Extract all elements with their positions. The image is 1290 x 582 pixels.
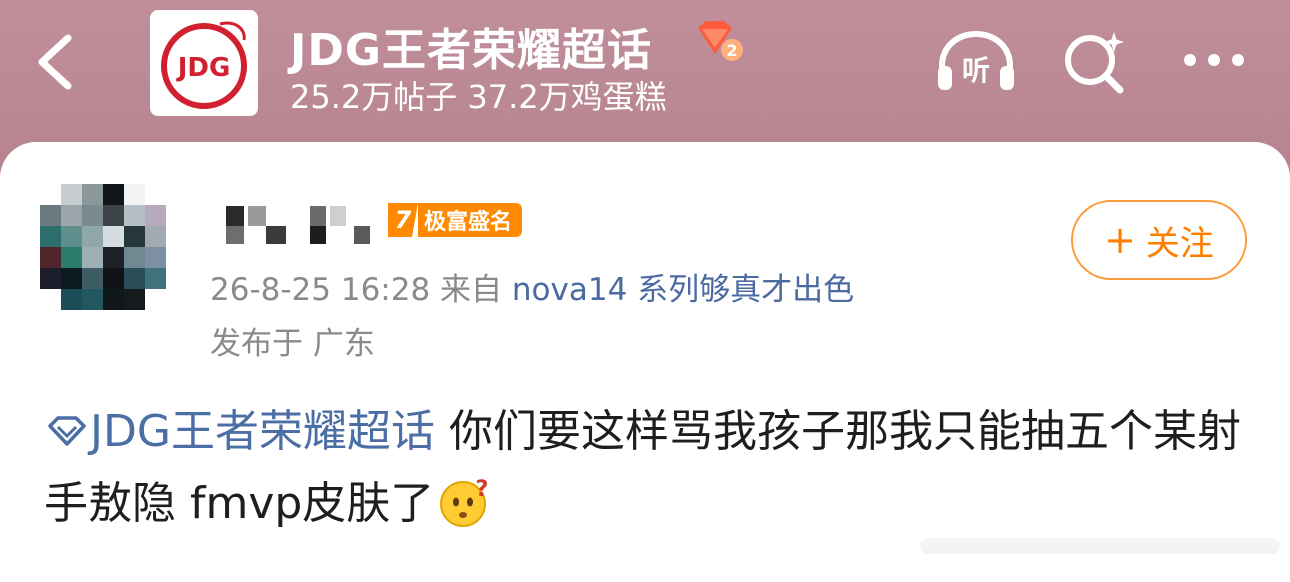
listen-headphones-icon[interactable]: 听 [934, 30, 1018, 94]
diamond-level-2-icon: 2 [698, 21, 743, 61]
badge-level: 7 [388, 203, 418, 237]
supertopic-diamond-icon [48, 416, 86, 446]
post-body: JDG王者荣耀超话 你们要这样骂我孩子那我只能抽五个某射手敖隐 fmvp皮肤了 … [44, 396, 1254, 540]
plus-icon: + [1104, 218, 1136, 262]
post-location: 发布于 广东 [210, 326, 375, 362]
source-prefix: 来自 [440, 272, 503, 308]
supertopic-stats: 25.2万帖子 37.2万鸡蛋糕 [290, 78, 667, 116]
watermark-overlay [900, 520, 1290, 570]
author-name-redacted[interactable] [226, 206, 376, 246]
follow-label: 关注 [1145, 223, 1214, 264]
badge-label: 极富盛名 [418, 203, 523, 237]
svg-text:?: ? [476, 477, 489, 502]
post-source-link[interactable]: nova14 系列够真才出色 [512, 272, 854, 308]
thinking-face-question-emoji: ? [440, 477, 489, 527]
search-sparkle-icon[interactable] [1062, 30, 1128, 96]
post-meta: 26-8-25 16:28 来自 nova14 系列够真才出色 [210, 264, 854, 309]
post-timestamp: 26-8-25 16:28 [210, 272, 431, 308]
svg-text:JDG: JDG [176, 53, 231, 83]
faint-watermark-icon [920, 538, 1280, 554]
author-avatar[interactable] [40, 184, 166, 310]
jdg-logo-icon: JDG [161, 21, 247, 109]
supertopic-link[interactable]: JDG王者荣耀超话 [90, 406, 435, 457]
more-dots-icon[interactable] [1180, 50, 1248, 70]
svg-text:2: 2 [726, 41, 737, 60]
follow-button[interactable]: + 关注 [1071, 200, 1247, 280]
supertopic-title: JDG王者荣耀超话 [290, 25, 653, 76]
supertopic-logo[interactable]: JDG [150, 10, 258, 116]
author-fame-badge[interactable]: 7 极富盛名 [388, 202, 554, 238]
listen-label: 听 [962, 54, 990, 87]
chevron-left-icon[interactable] [30, 32, 82, 92]
